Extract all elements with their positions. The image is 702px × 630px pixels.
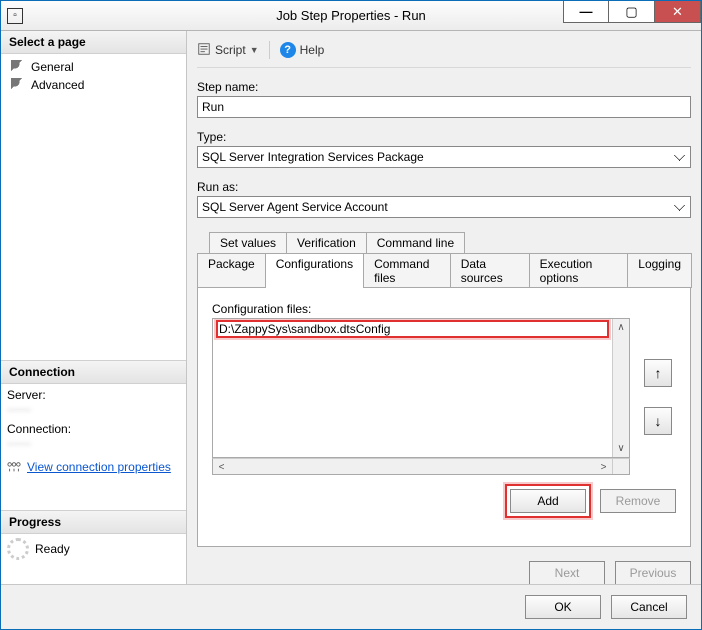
tabstrip: Set values Verification Command line Pac… <box>197 232 691 288</box>
tab-panel-configurations: Configuration files: D:\ZappySys\sandbox… <box>197 287 691 547</box>
progress-spinner-icon <box>7 538 29 560</box>
tab-command-line[interactable]: Command line <box>366 232 465 253</box>
move-down-button[interactable]: ↓ <box>644 407 672 435</box>
next-button: Next <box>529 561 605 585</box>
cancel-button[interactable]: Cancel <box>611 595 687 619</box>
script-icon <box>197 42 211 59</box>
progress-status: Ready <box>35 542 70 556</box>
step-name-label: Step name: <box>197 80 691 94</box>
page-advanced-label: Advanced <box>31 78 84 92</box>
connection-body: Server: —— Connection: —— View connectio… <box>1 384 186 480</box>
view-connection-properties-link[interactable]: View connection properties <box>27 460 171 474</box>
minimize-button[interactable]: — <box>563 1 609 23</box>
script-button[interactable]: Script ▼ <box>197 42 259 59</box>
server-value: —— <box>7 402 180 416</box>
titlebar: ▫ Job Step Properties - Run — ▢ ✕ <box>1 1 701 31</box>
scroll-right-icon[interactable]: > <box>595 459 612 476</box>
previous-button: Previous <box>615 561 691 585</box>
tab-set-values[interactable]: Set values <box>209 232 287 253</box>
configuration-files-label: Configuration files: <box>212 302 676 316</box>
arrow-up-icon: ↑ <box>655 365 662 381</box>
dropdown-caret-icon: ▼ <box>250 45 259 55</box>
wrench-icon <box>11 78 25 92</box>
list-horizontal-scrollbar[interactable]: < > <box>212 458 630 475</box>
ok-button[interactable]: OK <box>525 595 601 619</box>
connection-icon <box>7 460 21 474</box>
page-advanced[interactable]: Advanced <box>7 76 180 94</box>
connection-value: —— <box>7 436 180 450</box>
help-button[interactable]: ? Help <box>280 42 325 58</box>
tab-command-files[interactable]: Command files <box>363 253 451 288</box>
scroll-down-icon[interactable]: ∨ <box>613 440 629 457</box>
connection-label: Connection: <box>7 422 180 436</box>
toolbar-separator <box>269 41 270 59</box>
close-button[interactable]: ✕ <box>655 1 701 23</box>
progress-header: Progress <box>1 510 186 534</box>
tab-verification[interactable]: Verification <box>286 232 367 253</box>
scroll-left-icon[interactable]: < <box>213 459 230 476</box>
wrench-icon <box>11 60 25 74</box>
tab-data-sources[interactable]: Data sources <box>450 253 530 288</box>
move-up-button[interactable]: ↑ <box>644 359 672 387</box>
configuration-files-list[interactable]: D:\ZappySys\sandbox.dtsConfig ∧ ∨ <box>212 318 630 458</box>
system-menu-icon[interactable]: ▫ <box>7 8 23 24</box>
progress-body: Ready <box>1 534 186 564</box>
page-general-label: General <box>31 60 74 74</box>
help-label: Help <box>300 43 325 57</box>
maximize-button[interactable]: ▢ <box>609 1 655 23</box>
select-a-page-header: Select a page <box>1 31 186 54</box>
page-general[interactable]: General <box>7 58 180 76</box>
window-buttons: — ▢ ✕ <box>563 1 701 30</box>
sidebar: Select a page General Advanced Connectio… <box>1 31 187 584</box>
dialog-footer: OK Cancel <box>1 584 701 629</box>
tab-package[interactable]: Package <box>197 253 266 288</box>
reorder-buttons: ↑ ↓ <box>640 318 676 475</box>
toolbar: Script ▼ ? Help <box>197 39 691 68</box>
help-icon: ? <box>280 42 296 58</box>
run-as-label: Run as: <box>197 180 691 194</box>
script-label: Script <box>215 43 246 57</box>
tab-execution-options[interactable]: Execution options <box>529 253 629 288</box>
window: ▫ Job Step Properties - Run — ▢ ✕ Select… <box>0 0 702 630</box>
list-vertical-scrollbar[interactable]: ∧ ∨ <box>612 319 629 457</box>
type-select[interactable]: SQL Server Integration Services Package <box>197 146 691 168</box>
scroll-up-icon[interactable]: ∧ <box>613 319 629 336</box>
add-button[interactable]: Add <box>510 489 586 513</box>
server-label: Server: <box>7 388 180 402</box>
view-connection-properties[interactable]: View connection properties <box>7 458 180 476</box>
dialog-body: Select a page General Advanced Connectio… <box>1 31 701 584</box>
arrow-down-icon: ↓ <box>655 413 662 429</box>
page-list: General Advanced <box>1 54 186 98</box>
connection-header: Connection <box>1 360 186 384</box>
remove-button: Remove <box>600 489 676 513</box>
tab-logging[interactable]: Logging <box>627 253 692 288</box>
config-file-item[interactable]: D:\ZappySys\sandbox.dtsConfig <box>217 321 608 337</box>
tab-configurations[interactable]: Configurations <box>265 253 364 288</box>
main-pane: Script ▼ ? Help Step name: Type: SQL Ser… <box>187 31 701 584</box>
step-name-input[interactable] <box>197 96 691 118</box>
type-label: Type: <box>197 130 691 144</box>
run-as-select[interactable]: SQL Server Agent Service Account <box>197 196 691 218</box>
